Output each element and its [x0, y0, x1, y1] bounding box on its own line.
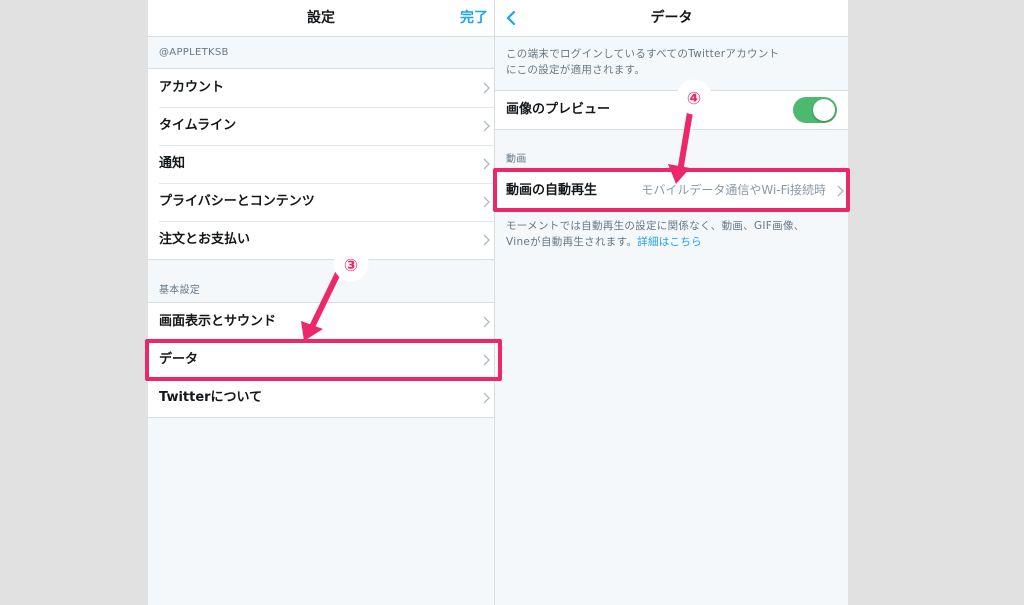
chevron-right-icon [483, 158, 490, 170]
image-preview-toggle[interactable] [793, 97, 837, 123]
step-4-label: ④ [687, 89, 701, 109]
data-settings-description: この端末でログインしているすべてのTwitterアカウント にこの設定が適用され… [506, 46, 836, 78]
highlight-box-data-row [145, 339, 502, 381]
settings-item-notifications[interactable]: 通知 [148, 145, 494, 183]
settings-item-label: プライバシーとコンテンツ [159, 194, 315, 209]
note-line: モーメントでは自動再生の設定に関係なく、動画、GIF画像、 [506, 220, 805, 232]
account-section-header: @APPLETKSB [159, 47, 229, 58]
settings-item-label: 画面表示とサウンド [159, 314, 277, 329]
learn-more-link[interactable]: 詳細はこちら [637, 236, 702, 248]
settings-item-label: タイムライン [159, 118, 237, 133]
image-preview-label: 画像のプレビュー [506, 102, 611, 117]
settings-item-label: Twitterについて [159, 390, 263, 405]
note-line: Vineが自動再生されます。詳細はこちら [506, 234, 836, 250]
chevron-right-icon [483, 392, 490, 404]
chevron-right-icon [483, 234, 490, 246]
settings-item-privacy[interactable]: プライバシーとコンテンツ [148, 183, 494, 221]
step-3-callout: ③ [301, 246, 369, 341]
settings-item-label: 注文とお支払い [159, 232, 251, 247]
settings-item-label: 通知 [159, 156, 186, 171]
toggle-knob [813, 99, 835, 121]
description-line: この端末でログインしているすべてのTwitterアカウント [506, 48, 780, 60]
settings-item-timeline[interactable]: タイムライン [148, 107, 494, 145]
step-3-label: ③ [344, 256, 358, 276]
done-button[interactable]: 完了 [460, 0, 488, 36]
basic-section-header: 基本設定 [159, 285, 201, 296]
settings-item-about-twitter[interactable]: Twitterについて [148, 379, 494, 417]
page-title: 設定 [307, 10, 335, 26]
data-nav-bar: データ [495, 0, 848, 37]
video-section-header: 動画 [506, 154, 527, 165]
note-text: Vineが自動再生されます。 [506, 236, 638, 248]
moments-autoplay-note: モーメントでは自動再生の設定に関係なく、動画、GIF画像、 Vineが自動再生さ… [506, 218, 836, 250]
chevron-right-icon [483, 316, 490, 328]
chevron-right-icon [483, 196, 490, 208]
description-line: にこの設定が適用されます。 [506, 64, 646, 76]
chevron-right-icon [483, 120, 490, 132]
page-title: データ [650, 10, 693, 26]
account-settings-group: アカウント タイムライン 通知 プライバシーとコンテンツ 注文とお支払い [148, 68, 494, 260]
settings-item-account[interactable]: アカウント [148, 69, 494, 107]
settings-item-label: アカウント [159, 80, 225, 95]
settings-nav-bar: 設定 完了 [148, 0, 494, 37]
chevron-right-icon [483, 82, 490, 94]
step-4-callout: ④ [668, 79, 712, 184]
